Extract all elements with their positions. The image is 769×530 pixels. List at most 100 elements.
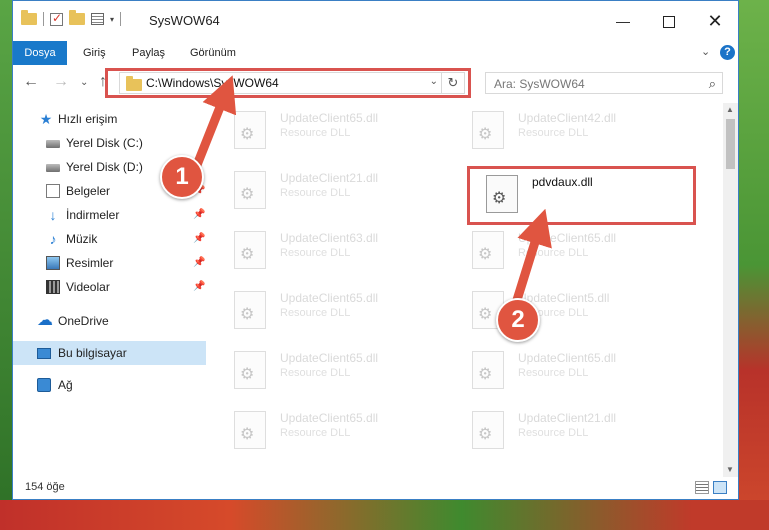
list-item[interactable]: UpdateClient65.dll Resource DLL [220, 403, 440, 457]
details-view-icon[interactable] [695, 481, 709, 494]
sidebar-item-music[interactable]: ♪ Müzik 📌 [13, 227, 206, 251]
file-name: UpdateClient65.dll [280, 291, 379, 305]
sidebar-item-videos[interactable]: Videolar 📌 [13, 275, 206, 299]
drive-icon [46, 140, 60, 148]
file-name: UpdateClient65.dll [280, 111, 379, 125]
file-highlight [467, 166, 696, 225]
file-type: Resource DLL [518, 367, 589, 379]
close-button[interactable]: ✕ [692, 1, 738, 41]
toolbar-separator [120, 12, 122, 26]
folder-icon[interactable] [21, 10, 37, 25]
file-type: Resource DLL [280, 307, 351, 319]
list-item[interactable]: UpdateClient21.dll Resource DLL [458, 403, 678, 457]
maximize-icon [663, 16, 675, 29]
desktop-wallpaper-left [0, 0, 12, 530]
file-name: UpdateClient63.dll [280, 231, 379, 245]
list-item[interactable]: UpdateClient63.dll Resource DLL [220, 223, 440, 277]
video-icon [46, 280, 60, 294]
step-1-callout: 1 [160, 155, 204, 199]
list-item[interactable]: UpdateClient65.dll Resource DLL [220, 343, 440, 397]
sidebar-item-this-pc[interactable]: Bu bilgisayar [13, 341, 206, 365]
search-icon[interactable]: ⌕ [709, 76, 716, 92]
sidebar-item-network[interactable]: Ağ [13, 373, 206, 397]
sidebar-item-label: Müzik [66, 232, 98, 246]
new-folder-icon[interactable] [69, 10, 85, 25]
search-input[interactable]: Ara: SysWOW64 [494, 77, 585, 91]
scrollbar-thumb[interactable] [726, 119, 735, 169]
vertical-scrollbar[interactable]: ▲ ▼ [723, 103, 738, 479]
customize-toolbar-arrow-icon[interactable]: ▾ [110, 15, 114, 24]
address-bar-highlight [105, 68, 471, 98]
file-type: Resource DLL [518, 247, 589, 259]
sidebar-item-quick-access[interactable]: ★ Hızlı erişim [13, 107, 206, 131]
forward-button[interactable]: → [53, 73, 69, 91]
dll-file-icon [234, 351, 266, 389]
sidebar-item-label: Videolar [66, 280, 110, 294]
file-name: UpdateClient42.dll [518, 111, 617, 125]
sidebar-item-label: Yerel Disk (D:) [66, 160, 143, 174]
ribbon-tabs: Dosya Giriş Paylaş Görünüm ⌄ ? [13, 41, 738, 66]
file-name: UpdateClient65.dll [518, 231, 617, 245]
sidebar-item-label: OneDrive [58, 314, 109, 328]
pin-icon[interactable]: 📌 [193, 275, 205, 299]
toolbar-separator [43, 12, 44, 26]
pin-icon[interactable]: 📌 [193, 251, 205, 275]
file-name: UpdateClient65.dll [280, 411, 379, 425]
pin-icon[interactable]: 📌 [193, 203, 205, 227]
file-type: Resource DLL [280, 247, 351, 259]
sidebar-item-label: İndirmeler [66, 208, 120, 222]
title-bar: ▾ SysWOW64 — ✕ [13, 1, 738, 41]
help-icon[interactable]: ? [720, 45, 735, 60]
scroll-up-icon[interactable]: ▲ [726, 105, 734, 114]
sidebar-item-downloads[interactable]: ↓ İndirmeler 📌 [13, 203, 206, 227]
pin-icon[interactable]: 📌 [193, 227, 205, 251]
file-list: UpdateClient65.dll Resource DLL UpdateCl… [220, 103, 722, 469]
file-type: Resource DLL [280, 127, 351, 139]
tab-share[interactable]: Paylaş [132, 41, 165, 65]
expand-ribbon-chevron-icon[interactable]: ⌄ [701, 45, 710, 58]
list-item[interactable]: UpdateClient65.dll Resource DLL [458, 223, 678, 277]
search-box[interactable]: Ara: SysWOW64 ⌕ [485, 72, 723, 94]
status-bar: 154 öğe [13, 477, 738, 499]
sidebar-item-local-disk-c[interactable]: Yerel Disk (C:) [13, 131, 206, 155]
dll-file-icon [472, 411, 504, 449]
desktop-wallpaper-right [738, 0, 769, 530]
sidebar-item-onedrive[interactable]: ☁ OneDrive [13, 309, 206, 333]
list-item[interactable]: UpdateClient21.dll Resource DLL [220, 163, 440, 217]
file-type: Resource DLL [280, 427, 351, 439]
tab-view[interactable]: Görünüm [190, 41, 236, 65]
sidebar-item-label: Ağ [58, 378, 73, 392]
properties-icon[interactable] [91, 13, 104, 25]
music-icon: ♪ [49, 231, 57, 247]
list-item[interactable]: UpdateClient65.dll Resource DLL [458, 343, 678, 397]
file-name: UpdateClient65.dll [280, 351, 379, 365]
list-item[interactable]: UpdateClient42.dll Resource DLL [458, 103, 678, 157]
tab-home[interactable]: Giriş [83, 41, 106, 65]
dll-file-icon [472, 231, 504, 269]
list-item[interactable]: UpdateClient5.dll Resource DLL [458, 283, 678, 337]
list-item[interactable]: UpdateClient65.dll Resource DLL [220, 103, 440, 157]
minimize-button[interactable]: — [600, 1, 646, 41]
large-icons-view-icon[interactable] [713, 481, 727, 494]
sidebar-item-pictures[interactable]: Resimler 📌 [13, 251, 206, 275]
properties-check-icon[interactable] [50, 11, 63, 26]
dll-file-icon [234, 291, 266, 329]
dll-file-icon [472, 351, 504, 389]
sidebar-item-label: Bu bilgisayar [58, 346, 127, 360]
file-name: UpdateClient21.dll [280, 171, 379, 185]
sidebar-item-label: Resimler [66, 256, 114, 270]
recent-locations-button[interactable]: ⌄ [80, 77, 88, 88]
tab-file[interactable]: Dosya [13, 41, 67, 65]
picture-icon [46, 256, 60, 270]
list-item[interactable]: UpdateClient65.dll Resource DLL [220, 283, 440, 337]
dll-file-icon [234, 171, 266, 209]
dll-file-icon [472, 111, 504, 149]
maximize-button[interactable] [646, 1, 692, 41]
network-icon [37, 378, 51, 392]
file-name: UpdateClient21.dll [518, 411, 617, 425]
scroll-down-icon[interactable]: ▼ [726, 465, 734, 474]
sidebar-item-label: Hızlı erişim [58, 112, 118, 126]
step-2-callout: 2 [496, 298, 540, 342]
back-button[interactable]: ← [23, 73, 39, 91]
dll-file-icon [234, 411, 266, 449]
